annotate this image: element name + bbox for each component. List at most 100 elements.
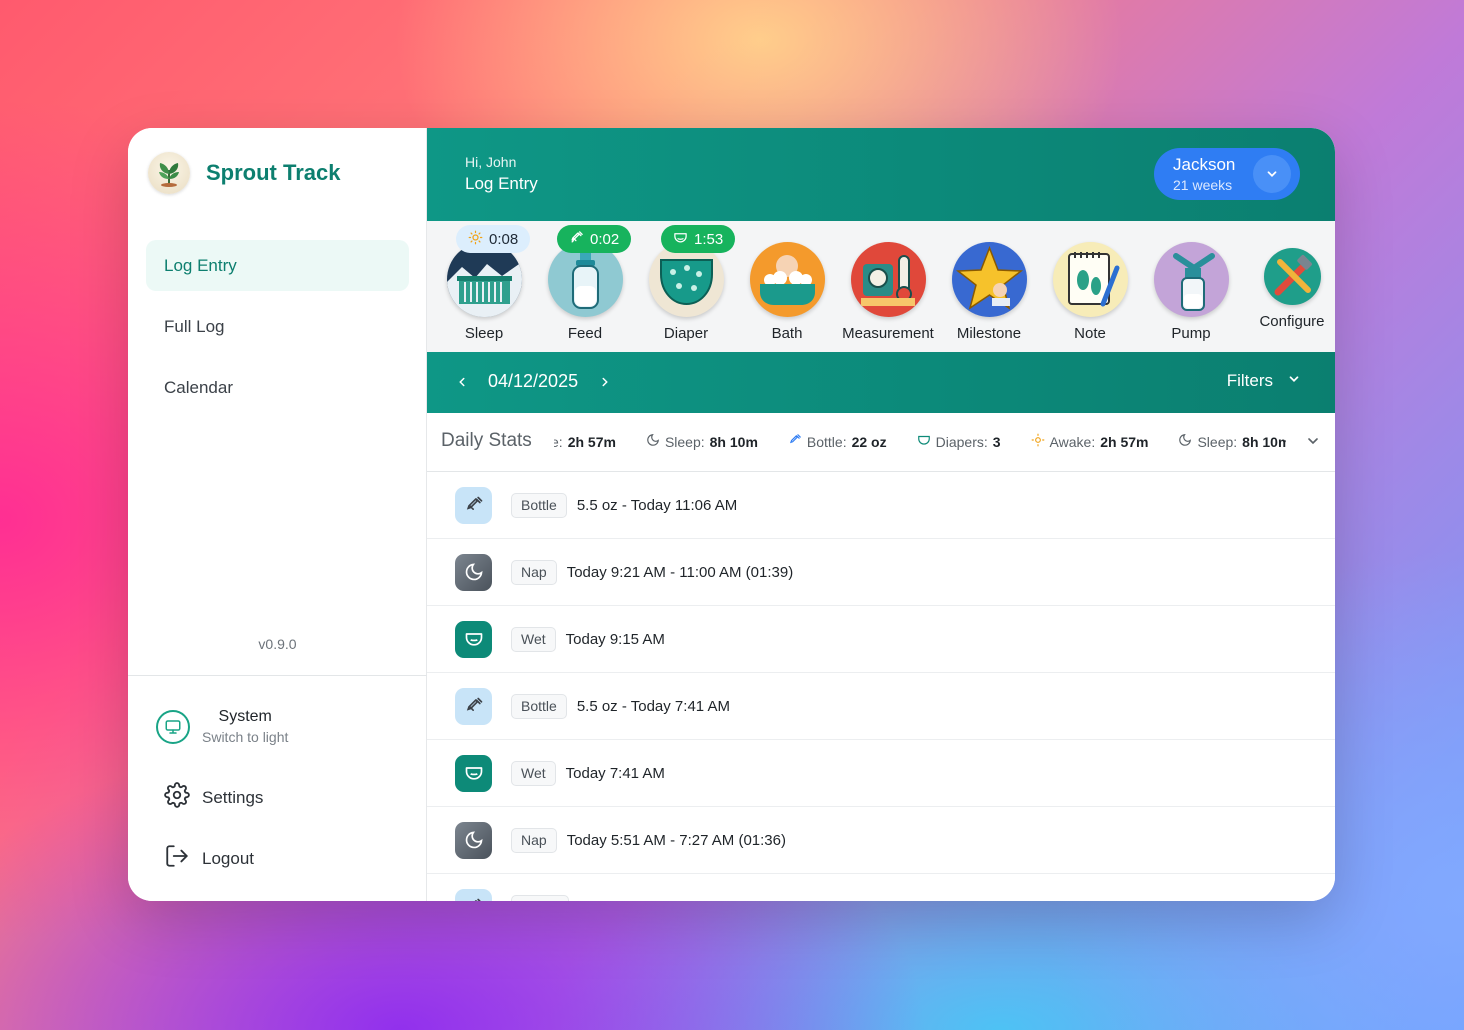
diaper-icon [917,433,931,450]
chevron-right-icon[interactable] [598,371,612,398]
entry-tag: Bottle [511,693,567,719]
bottle-icon [455,687,492,725]
sidebar-divider [128,675,427,676]
nav-item-full-log[interactable]: Full Log [146,301,409,352]
log-entry-row[interactable]: Bottle 5.5 oz - Today 7:41 AM [427,673,1335,740]
action-label: Pump [1171,325,1211,342]
action-note[interactable]: Note [1040,242,1140,342]
sprout-logo-icon [148,152,190,194]
stat-label: ke: [554,433,563,450]
stat-label: Diapers: [935,433,988,450]
bottle-icon [455,888,492,901]
child-name: Jackson [1173,155,1236,174]
stat-label: Sleep: [1197,433,1238,450]
moon-icon [1178,433,1192,450]
main-content: Hi, John Log Entry Jackson 21 weeks Slee… [427,128,1335,901]
sleep-timer-badge[interactable]: 0:08 [456,225,531,253]
app-window: Sprout Track Log Entry Full Log Calendar… [128,128,1335,901]
action-label: Sleep [464,325,504,342]
stat-value: 8h 10m [1242,433,1286,450]
brand[interactable]: Sprout Track [148,152,340,194]
nav-item-log-entry[interactable]: Log Entry [146,240,409,291]
daily-stats-ticker: ke: 2h 57m Sleep: 8h 10m Bottle: 22 oz [554,413,1286,471]
sidebar-nav: Log Entry Full Log Calendar [146,240,409,423]
sun-icon [1031,433,1045,450]
bathtub-icon [749,242,825,317]
entry-text: Today 5:51 AM - 7:27 AM (01:36) [566,831,786,849]
bottle-icon [569,230,584,249]
baby-bottle-icon [547,242,623,317]
action-bath[interactable]: Bath [737,242,837,342]
nav-item-calendar[interactable]: Calendar [146,362,409,413]
stat-label: Awake: [1049,433,1096,450]
filters-button[interactable]: Filters [1227,371,1301,391]
action-measurement[interactable]: Measurement [838,242,938,342]
entry-text: Today 9:15 AM [565,630,665,648]
action-sleep[interactable]: Sleep [434,242,534,342]
notepad-footprints-icon [1052,242,1128,317]
action-configure[interactable]: Configure [1242,248,1335,330]
stat-label: Bottle: [806,433,847,450]
entry-tag: Wet [511,760,556,786]
breast-pump-icon [1153,242,1229,317]
entry-text: 5.5 oz - Today 7:41 AM [576,697,730,715]
bottle-icon [788,433,802,450]
chevron-down-icon[interactable] [1253,155,1291,193]
moon-icon [455,553,492,591]
quick-actions-bar: Sleep Feed Diaper Bath Measurement Miles… [427,221,1335,352]
entry-text: Today 9:21 AM - 11:00 AM (01:39) [566,563,794,581]
diaper-timer-badge[interactable]: 1:53 [661,225,736,253]
logout-label: Logout [202,848,254,868]
child-selector[interactable]: Jackson 21 weeks [1154,148,1300,200]
filters-label: Filters [1226,371,1273,390]
app-name: Sprout Track [206,160,341,185]
daily-stats-title: Daily Stats [441,430,532,451]
log-entry-row[interactable]: Nap Today 5:51 AM - 7:27 AM (01:36) [427,807,1335,874]
sidebar: Sprout Track Log Entry Full Log Calendar… [128,128,427,901]
current-date[interactable]: 04/12/2025 [488,371,578,392]
app-version: v0.9.0 [258,636,297,652]
settings-link[interactable]: Settings [164,782,263,813]
diaper-timer-value: 1:53 [694,230,724,248]
entry-tag: Wet [511,626,556,652]
theme-title: System [218,708,272,725]
diaper-icon [455,620,492,658]
action-label: Configure [1259,313,1325,330]
action-milestone[interactable]: Milestone [939,242,1039,342]
action-feed[interactable]: Feed [535,242,635,342]
theme-subtitle: Switch to light [202,729,289,745]
theme-toggle-button[interactable]: System Switch to light [156,708,288,745]
action-label: Feed [567,325,603,342]
action-label: Note [1074,325,1106,342]
stat-awake: Awake: 2h 57m [1031,433,1149,450]
feed-timer-value: 0:02 [590,230,620,248]
entry-tag: Bottle [511,492,567,518]
log-entry-row[interactable]: Nap Today 9:21 AM - 11:00 AM (01:39) [427,539,1335,606]
entry-tag [511,894,569,901]
child-age: 21 weeks [1173,177,1233,193]
sleep-crib-icon [446,242,522,317]
sleep-timer-value: 0:08 [489,230,519,248]
stat-diapers: Diapers: 3 [917,433,1001,450]
moon-icon [646,433,660,450]
stat-sleep: Sleep: 8h 10m [646,433,758,450]
log-entry-row[interactable]: Wet Today 9:15 AM [427,606,1335,673]
chevron-left-icon[interactable] [455,371,469,398]
bottle-icon [455,486,492,524]
diaper-icon [455,754,492,792]
log-entry-row[interactable]: Wet Today 7:41 AM [427,740,1335,807]
feed-timer-badge[interactable]: 0:02 [557,225,632,253]
log-entry-row[interactable]: Bottle 5.5 oz - Today 11:06 AM [427,472,1335,539]
action-diaper[interactable]: Diaper [636,242,736,342]
greeting: Hi, John [465,154,517,170]
chevron-down-icon[interactable] [1305,433,1321,454]
log-entry-row[interactable] [427,874,1335,901]
stat-sleep-repeat: Sleep: 8h 10m [1178,433,1286,450]
stat-label: Sleep: [664,433,705,450]
logout-link[interactable]: Logout [164,843,254,874]
logout-icon [164,843,190,874]
entry-tag: Nap [511,827,557,853]
action-pump[interactable]: Pump [1141,242,1241,342]
stat-value: 2h 57m [1100,433,1149,450]
action-label: Measurement [842,325,934,342]
